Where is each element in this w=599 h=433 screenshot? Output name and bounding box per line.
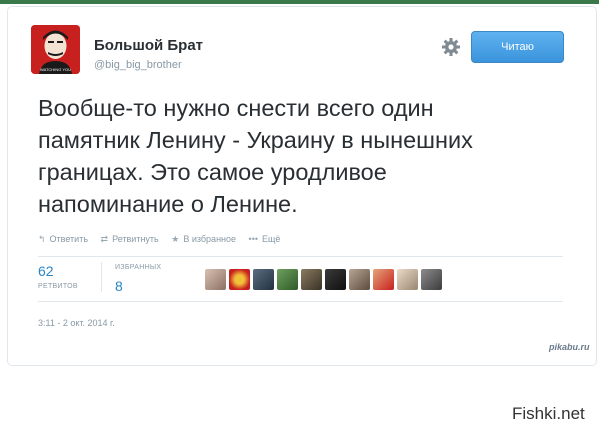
retweets-count[interactable]: 62 [38, 263, 54, 279]
more-icon: ••• [248, 234, 258, 244]
tweet-text-line: границах. Это самое уродливое [38, 159, 387, 185]
reply-label: Ответить [49, 234, 89, 244]
avatar-thumb[interactable] [205, 269, 226, 290]
avatar-thumb[interactable] [277, 269, 298, 290]
retweets-label: РЕТВИТОВ [38, 283, 78, 290]
tweet-text-line: Вообще-то нужно снести всего один [38, 95, 434, 121]
stats-separator [101, 262, 102, 292]
avatar-thumb[interactable] [397, 269, 418, 290]
tweet-text-line: напоминание о Ленине. [38, 191, 298, 217]
avatar-thumb[interactable] [325, 269, 346, 290]
reply-action[interactable]: ↰ Ответить [38, 234, 88, 245]
favorite-action[interactable]: ★ В избранное [171, 234, 236, 245]
avatar-caption: WATCHING YOU [40, 67, 71, 72]
display-name[interactable]: Большой Брат [94, 37, 203, 54]
follow-button[interactable]: Читаю [471, 31, 564, 63]
fishki-watermark: Fishki.net [512, 404, 585, 423]
retweet-label: Ретвитнуть [112, 234, 159, 244]
avatar-thumb[interactable] [229, 269, 250, 290]
avatar-thumb[interactable] [373, 269, 394, 290]
divider [38, 256, 563, 257]
star-icon: ★ [171, 234, 180, 244]
avatar-thumb[interactable] [349, 269, 370, 290]
more-label: Ещё [262, 234, 281, 244]
favorites-label: ИЗБРАННЫХ [115, 264, 162, 271]
divider [38, 301, 563, 302]
avatar-thumb[interactable] [421, 269, 442, 290]
profile-avatar[interactable]: WATCHING YOU [31, 25, 80, 74]
tweet-text: Вообще-то нужно снести всего один памятн… [38, 92, 568, 220]
favorites-count[interactable]: 8 [115, 278, 123, 294]
user-handle[interactable]: @big_big_brother [94, 59, 182, 71]
retweet-icon: ⇄ [100, 234, 109, 244]
avatar-thumb[interactable] [253, 269, 274, 290]
top-accent-bar [0, 0, 599, 4]
favorite-label: В избранное [183, 234, 237, 244]
gear-icon[interactable] [441, 37, 461, 57]
tweet-text-line: памятник Ленину - Украину в нынешних [38, 127, 473, 153]
tweet-timestamp[interactable]: 3:11 - 2 окт. 2014 г. [38, 318, 115, 328]
pikabu-watermark: pikabu.ru [549, 342, 590, 352]
retweet-action[interactable]: ⇄ Ретвитнуть [101, 234, 159, 245]
tweet-actions: ↰ Ответить ⇄ Ретвитнуть ★ В избранное ••• Ещ… [38, 234, 290, 248]
more-action[interactable]: ••• Ещё [249, 234, 281, 244]
big-brother-avatar-image: WATCHING YOU [31, 25, 80, 74]
reply-icon: ↰ [38, 234, 46, 244]
avatar-thumb[interactable] [301, 269, 322, 290]
